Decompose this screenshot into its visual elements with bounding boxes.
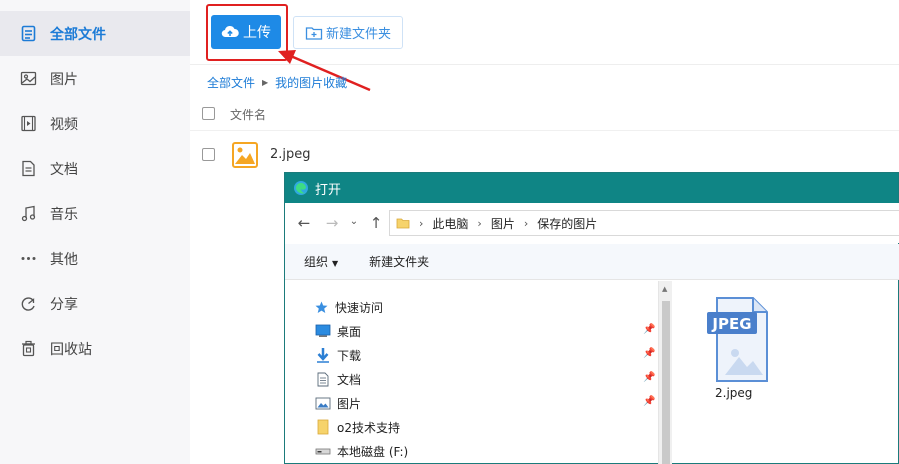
open-file-dialog: 打开 ← → ⌄ ↑ › 此电脑 › 图片 › 保存的图片 组织 ▼ 新建文件夹 … [284,172,899,464]
row-checkbox[interactable] [202,148,215,161]
sidebar-item-other[interactable]: 其他 [0,236,190,281]
sidebar-item-documents[interactable]: 文档 [0,146,190,191]
folder-icon [315,419,331,435]
chevron-down-icon[interactable]: ⌄ [345,216,363,227]
select-all-checkbox[interactable] [202,107,215,120]
sidebar-item-share[interactable]: 分享 [0,281,190,326]
music-icon [20,205,37,222]
sidebar-item-label: 其他 [50,251,78,268]
pin-icon[interactable]: 📌 [643,396,655,407]
nav-item-pictures[interactable]: 图片 [315,392,361,414]
dialog-new-folder-button[interactable]: 新建文件夹 [369,253,429,270]
organize-menu[interactable]: 组织 ▼ [304,253,338,270]
sidebar-item-label: 分享 [50,296,78,313]
address-bar[interactable]: › 此电脑 › 图片 › 保存的图片 [389,210,899,236]
video-icon [20,115,37,132]
star-icon [313,299,329,315]
caret-down-icon: ▼ [332,259,339,268]
sidebar-item-label: 回收站 [50,341,92,358]
nav-quick-access[interactable]: 快速访问 [313,296,383,318]
chevron-right-icon: › [477,216,482,230]
file-text-icon [20,160,37,177]
nav-item-documents[interactable]: 文档 [315,368,361,390]
document-icon [315,371,331,387]
pin-icon[interactable]: 📌 [643,324,655,335]
navigation-pane: 快速访问 桌面 📌 下载 📌 文档 📌 图片 📌 o2技术支持 本地磁盘 (F:… [285,281,675,464]
back-arrow-icon[interactable]: ← [295,214,313,232]
more-icon [20,250,37,267]
column-file-name[interactable]: 文件名 [230,106,266,123]
breadcrumb-current[interactable]: 我的图片收藏 [275,74,347,91]
nav-scrollbar[interactable]: ▲ [658,281,672,464]
address-segment[interactable]: 图片 [491,215,515,232]
chevron-right-icon: › [419,216,424,230]
breadcrumb-all-files[interactable]: 全部文件 [207,74,255,91]
dialog-title: 打开 [315,182,342,198]
share-icon [20,295,37,312]
sidebar-item-music[interactable]: 音乐 [0,191,190,236]
file-name[interactable]: 2.jpeg [270,147,311,162]
svg-text:JPEG: JPEG [711,315,751,333]
scrollbar-thumb[interactable] [662,301,670,464]
chevron-right-icon: › [523,216,529,230]
command-bar: 组织 ▼ 新建文件夹 [285,244,899,280]
pin-icon[interactable]: 📌 [643,372,655,383]
sidebar-item-trash[interactable]: 回收站 [0,326,190,371]
sidebar: 全部文件 图片 视频 文档 音乐 其他 分享 回收站 [0,0,190,464]
trash-icon [20,340,37,357]
document-icon [20,25,37,42]
edge-browser-icon [294,181,308,195]
pin-icon[interactable]: 📌 [643,348,655,359]
forward-arrow-icon[interactable]: → [323,214,341,232]
file-content-pane: JPEG 2.jpeg [675,281,899,464]
table-row[interactable]: 2.jpeg [190,135,899,175]
nav-item-desktop[interactable]: 桌面 [315,320,361,342]
sidebar-item-label: 音乐 [50,206,78,223]
sidebar-item-all-files[interactable]: 全部文件 [0,11,190,56]
download-arrow-icon [315,347,331,363]
nav-item-downloads[interactable]: 下载 [315,344,361,366]
pictures-icon [315,395,331,411]
image-file-icon [232,142,258,168]
chevron-right-icon: ▶ [262,78,269,87]
folder-icon [396,218,410,229]
sidebar-item-label: 图片 [50,71,78,88]
dialog-title-bar[interactable]: 打开 [285,173,898,203]
sidebar-item-images[interactable]: 图片 [0,56,190,101]
scroll-up-icon[interactable]: ▲ [662,285,667,293]
sidebar-item-label: 视频 [50,116,78,133]
file-list-header: 文件名 [190,97,899,131]
sidebar-item-label: 全部文件 [50,26,106,43]
desktop-icon [315,323,331,339]
image-icon [20,70,37,87]
address-row: ← → ⌄ ↑ › 此电脑 › 图片 › 保存的图片 [285,203,899,243]
up-arrow-icon[interactable]: ↑ [367,214,385,232]
nav-item-local-disk-f[interactable]: 本地磁盘 (F:) [315,440,408,462]
jpeg-file-icon[interactable]: JPEG [705,293,769,383]
nav-item-o2-support[interactable]: o2技术支持 [315,416,400,438]
address-segment[interactable]: 保存的图片 [537,215,597,232]
sidebar-item-videos[interactable]: 视频 [0,101,190,146]
address-segment[interactable]: 此电脑 [432,215,468,232]
breadcrumb: 全部文件 ▶ 我的图片收藏 [207,74,347,91]
sidebar-item-label: 文档 [50,161,78,178]
drive-icon [315,443,331,459]
file-name[interactable]: 2.jpeg [715,386,752,400]
